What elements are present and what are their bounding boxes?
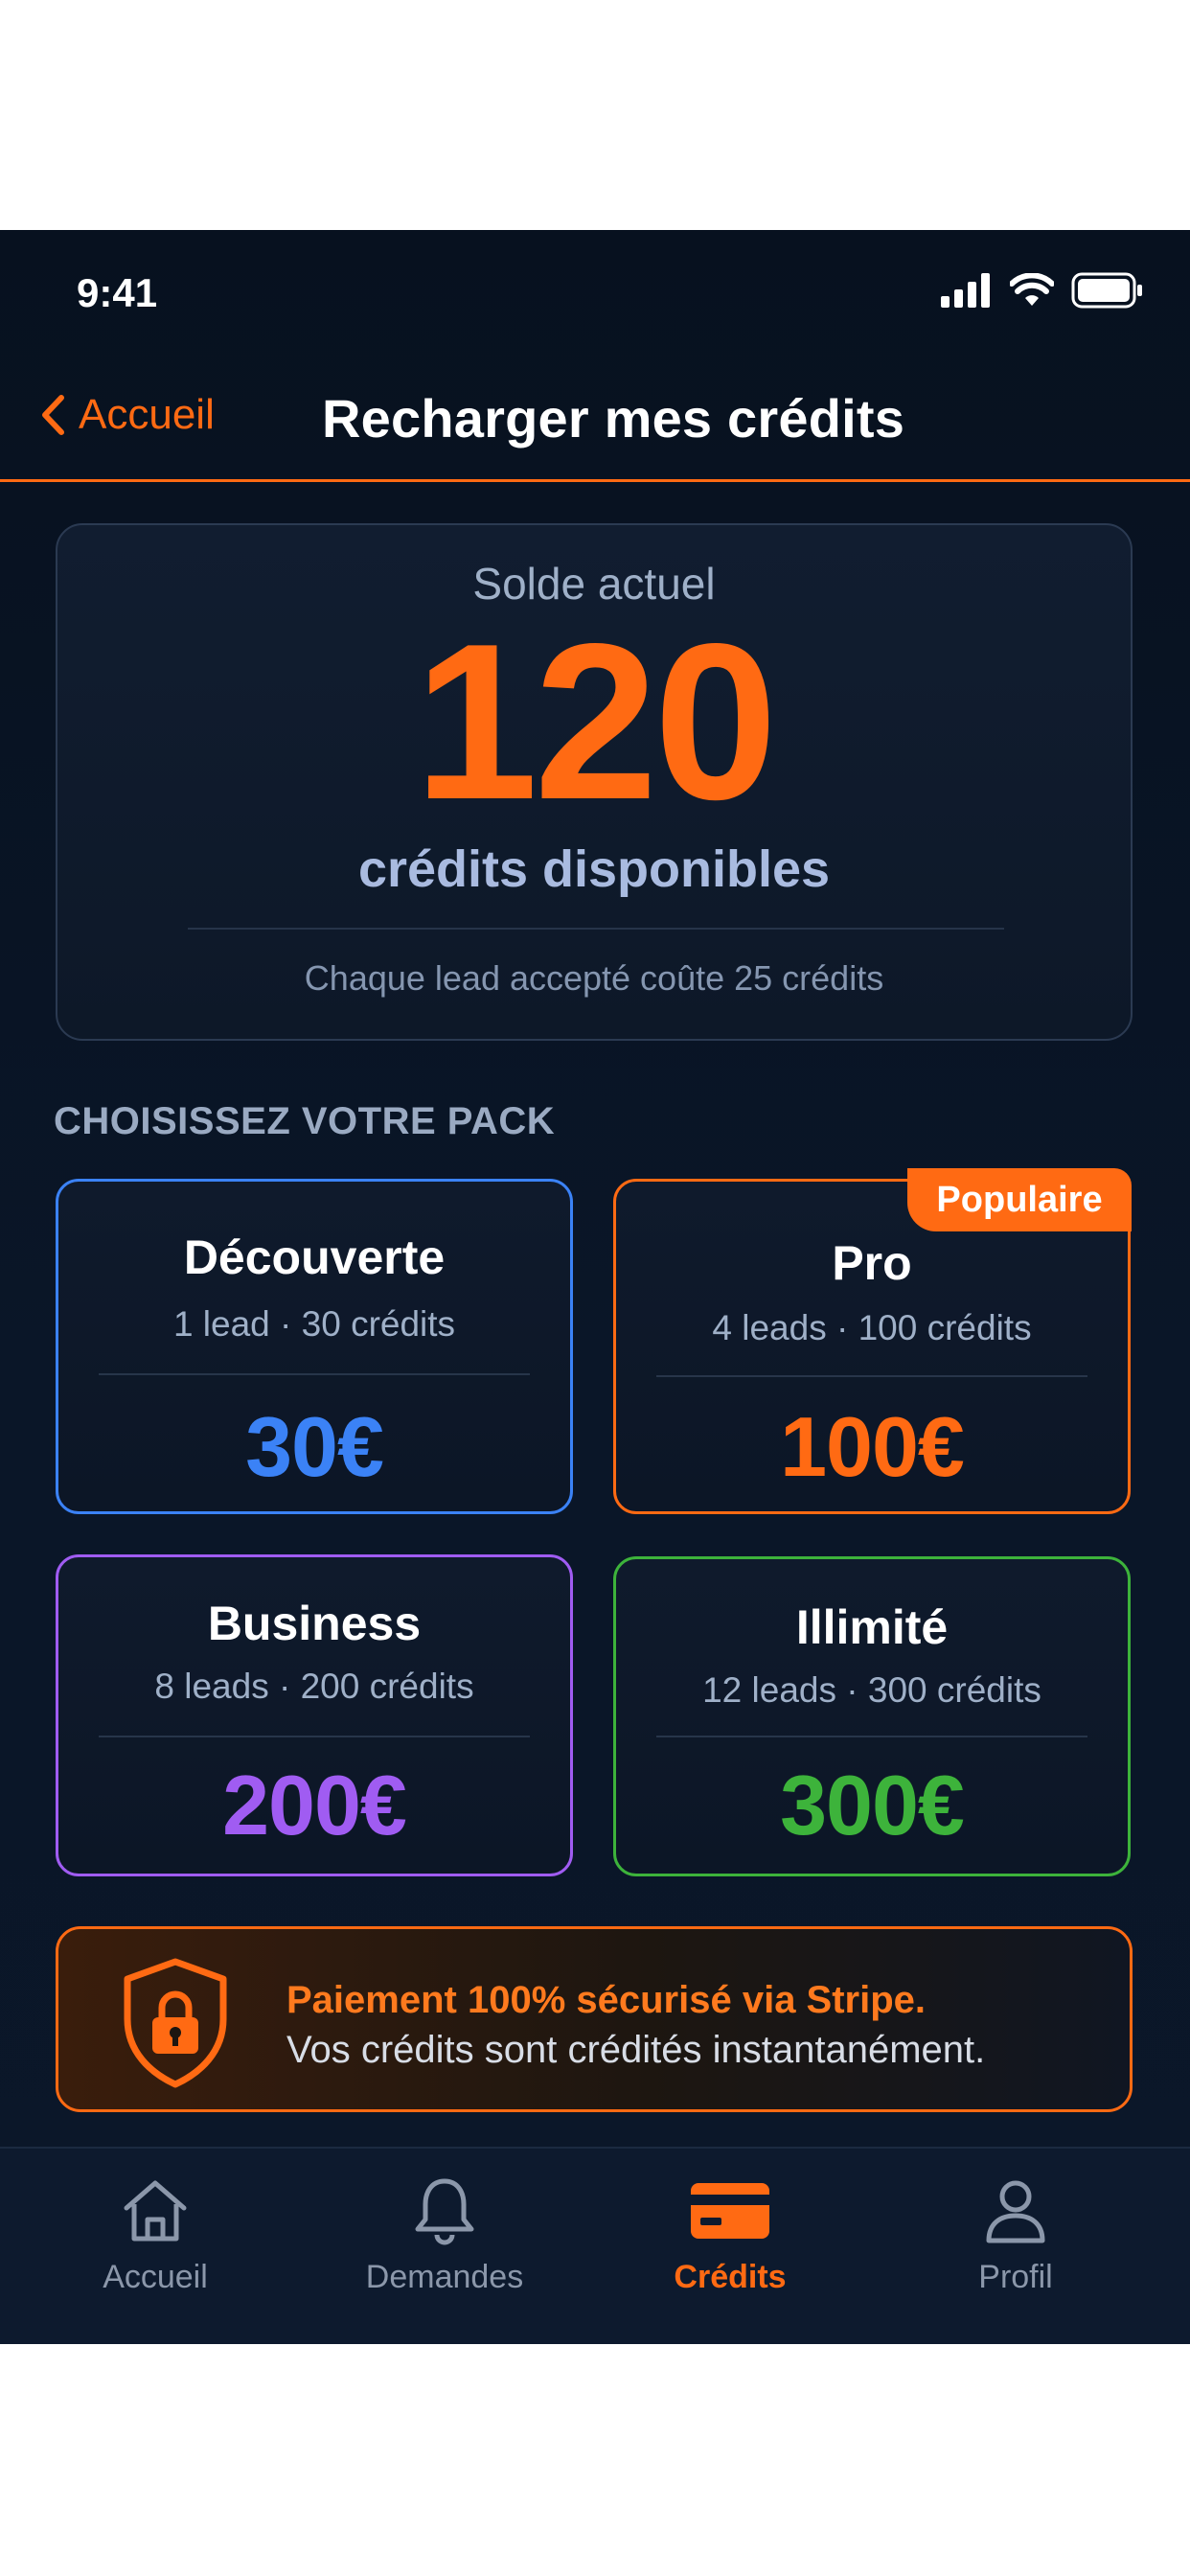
pack-name: Business	[207, 1597, 422, 1650]
tab-profil[interactable]: Profil	[872, 2174, 1159, 2296]
balance-unit: crédits disponibles	[357, 840, 831, 898]
secure-payment-banner: Paiement 100% sécurisé via Stripe. Vos c…	[56, 1926, 1133, 2112]
pack-detail: 8 leads · 200 crédits	[154, 1667, 474, 1706]
user-icon	[986, 2180, 1045, 2243]
tab-label: Demandes	[365, 2259, 524, 2295]
home-icon	[124, 2180, 187, 2242]
pack-price: 300€	[780, 1758, 965, 1852]
balance-divider	[188, 928, 1004, 930]
shield-lock-icon	[124, 1958, 227, 2088]
page-title: Recharger mes crédits	[322, 388, 905, 448]
balance-value: 120	[414, 598, 777, 846]
section-title: CHOISISSEZ VOTRE PACK	[54, 1100, 556, 1142]
status-icons	[941, 272, 1144, 309]
pack-name: Illimité	[795, 1600, 949, 1654]
signal-icon	[941, 273, 990, 308]
pack-card-illimite[interactable]: Illimité 12 leads · 300 crédits 300€	[613, 1556, 1131, 1876]
tab-accueil[interactable]: Accueil	[11, 2174, 299, 2296]
battery-icon	[1071, 272, 1142, 309]
pack-card-decouverte[interactable]: Découverte 1 lead · 30 crédits 30€	[56, 1179, 573, 1514]
bell-icon	[415, 2178, 474, 2245]
tab-credits[interactable]: Crédits	[586, 2174, 874, 2296]
pack-detail: 12 leads · 300 crédits	[702, 1670, 1041, 1710]
pack-name: Pro	[832, 1236, 912, 1290]
back-button[interactable]: Accueil	[40, 391, 215, 439]
secure-title: Paiement 100% sécurisé via Stripe.	[286, 1979, 927, 2021]
pack-price: 100€	[780, 1399, 965, 1494]
pack-divider	[656, 1375, 1087, 1377]
navigation-bar: Accueil Recharger mes crédits	[0, 374, 1190, 482]
balance-note: Chaque lead accepté coûte 25 crédits	[304, 958, 884, 998]
tab-label: Profil	[978, 2259, 1053, 2295]
tab-demandes[interactable]: Demandes	[301, 2174, 588, 2296]
balance-card: Solde actuel 120 crédits disponibles Cha…	[56, 523, 1133, 1041]
credit-card-icon	[691, 2183, 769, 2239]
pack-card-business[interactable]: Business 8 leads · 200 crédits 200€	[56, 1554, 573, 1876]
popular-badge: Populaire	[907, 1168, 1132, 1231]
pack-card-pro[interactable]: Populaire Pro 4 leads · 100 crédits 100€	[613, 1168, 1132, 1514]
pack-price: 30€	[245, 1399, 384, 1494]
pack-detail: 1 lead · 30 crédits	[172, 1304, 456, 1344]
back-label: Accueil	[79, 391, 215, 438]
pack-divider	[99, 1736, 530, 1737]
chevron-left-icon	[42, 395, 64, 435]
pack-detail: 4 leads · 100 crédits	[712, 1308, 1032, 1347]
tab-label: Accueil	[103, 2259, 208, 2295]
pack-divider	[656, 1736, 1087, 1737]
pack-price: 200€	[222, 1758, 407, 1852]
status-time: 9:41	[77, 270, 158, 315]
pack-divider	[99, 1373, 530, 1375]
app-screen: 9:41 Accueil Recharger mes crédits Solde…	[0, 230, 1190, 2344]
tab-bar: Accueil Demandes Crédits Profil	[0, 2147, 1190, 2344]
tab-label: Crédits	[674, 2259, 787, 2295]
wifi-icon	[1010, 273, 1054, 306]
secure-subtitle: Vos crédits sont crédités instantanément…	[286, 2029, 986, 2071]
pack-name: Découverte	[183, 1230, 446, 1284]
